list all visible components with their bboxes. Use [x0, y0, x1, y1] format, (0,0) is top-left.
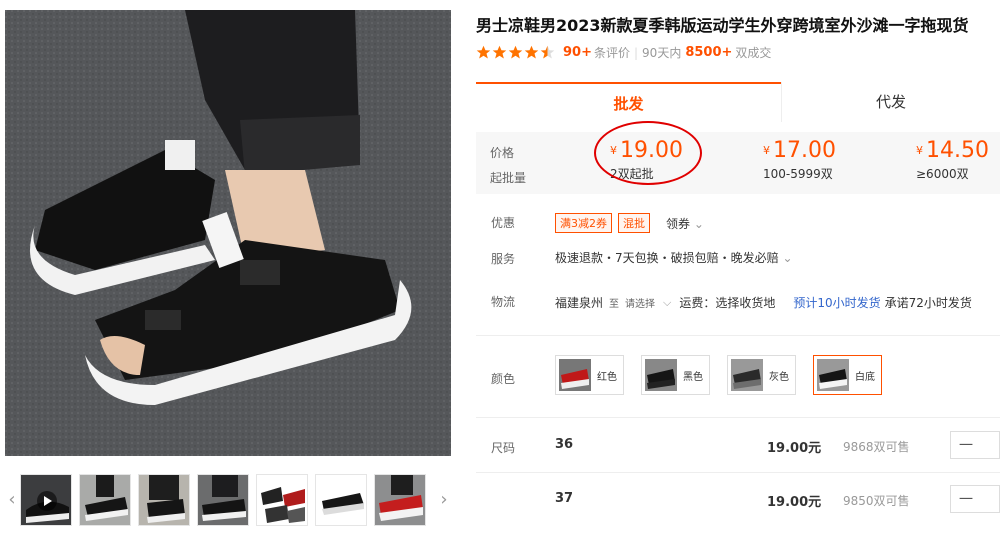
thumbnail[interactable] — [315, 474, 367, 526]
quantity-decrement-button[interactable]: 一 — [950, 431, 1000, 459]
color-label: 颜色 — [491, 372, 516, 386]
size-row: 37 19.00元 9850双可售 一 — [476, 473, 1000, 526]
thumbnail[interactable] — [256, 474, 308, 526]
star-icon — [476, 45, 491, 59]
shipping-fee: 运费：选择收货地 — [679, 296, 776, 310]
divider — [476, 417, 1000, 418]
thumbnail[interactable] — [138, 474, 190, 526]
tier-price: 17.00 — [773, 138, 836, 163]
main-product-image[interactable] — [5, 10, 451, 456]
star-icon — [508, 45, 523, 59]
star-icon — [492, 45, 507, 59]
moq-label: 起批量 — [490, 171, 527, 185]
chevron-right-icon[interactable]: › — [437, 472, 451, 527]
product-title: 男士凉鞋男2023新款夏季韩版运动学生外穿跨境室外沙滩一字拖现货 — [476, 16, 969, 35]
tab-dropship[interactable]: 代发 — [781, 82, 1000, 122]
size-value: 36 — [555, 437, 574, 452]
ship-promise: 承诺72小时发货 — [884, 296, 972, 310]
color-option-gray[interactable]: 灰色 — [727, 355, 796, 395]
quantity-decrement-button[interactable]: 一 — [950, 485, 1000, 513]
review-count[interactable]: 90+ — [563, 45, 592, 60]
service-label: 服务 — [491, 252, 516, 266]
thumbnail-strip: ‹ › — [5, 472, 451, 527]
size-stock: 9850双可售 — [843, 494, 910, 508]
star-icon — [524, 45, 539, 59]
recent-period: 90天内 — [642, 46, 682, 60]
promo-tag[interactable]: 满3减2券 — [555, 213, 612, 233]
purchase-mode-tabs: 批发 代发 — [476, 82, 1000, 122]
thumbnail[interactable] — [197, 474, 249, 526]
promo-tag[interactable]: 混批 — [618, 213, 650, 233]
logistics-label: 物流 — [491, 295, 516, 309]
tier-price: 14.50 — [926, 138, 989, 163]
destination-select[interactable]: 请选择 — [625, 295, 655, 310]
price-tier: ¥19.00 2双起批 — [610, 138, 683, 181]
size-stock: 9868双可售 — [843, 440, 910, 454]
promo-row: 满3减2券 混批 领券 ⌄ — [555, 213, 704, 233]
color-option-red[interactable]: 红色 — [555, 355, 624, 395]
size-price: 19.00元 — [767, 441, 822, 456]
deal-count: 8500+ — [685, 45, 733, 60]
tier-price: 19.00 — [620, 138, 683, 163]
rating-row: 90+ 条评价 | 90天内 8500+ 双成交 — [476, 44, 771, 61]
chevron-down-icon: ⌄ — [693, 216, 704, 231]
ship-time[interactable]: 预计10小时发货 — [793, 294, 880, 311]
tier-qty: 2双起批 — [610, 167, 654, 181]
tier-qty: ≥6000双 — [916, 167, 969, 181]
chevron-left-icon[interactable]: ‹ — [5, 472, 19, 527]
swatch-image — [817, 359, 849, 391]
swatch-image — [645, 359, 677, 391]
thumbnail-video[interactable] — [20, 474, 72, 526]
color-option-black[interactable]: 黑色 — [641, 355, 710, 395]
tier-qty: 100-5999双 — [763, 167, 833, 181]
chevron-down-icon[interactable]: ⌵ — [663, 296, 671, 310]
star-rating — [476, 45, 555, 60]
to-label: 至 — [609, 299, 620, 310]
price-table: 价格 起批量 ¥19.00 2双起批 ¥17.00 100-5999双 ¥14.… — [476, 132, 1000, 194]
thumbnail[interactable] — [374, 474, 426, 526]
promo-label: 优惠 — [491, 216, 516, 230]
chevron-down-icon: ⌄ — [782, 251, 793, 265]
color-option-white-sole[interactable]: 白底 — [813, 355, 882, 395]
ship-origin: 福建泉州 — [555, 296, 604, 310]
thumbnail[interactable] — [79, 474, 131, 526]
divider: | — [634, 45, 639, 60]
get-coupon-link[interactable]: 领券 ⌄ — [666, 215, 704, 232]
price-tier: ¥14.50 ≥6000双 — [916, 138, 989, 181]
swatch-image — [559, 359, 591, 391]
swatch-image — [731, 359, 763, 391]
size-value: 37 — [555, 491, 574, 506]
logistics-row: 福建泉州 至 请选择 ⌵ 运费：选择收货地 预计10小时发货 承诺72小时发货 — [555, 294, 972, 311]
price-tier: ¥17.00 100-5999双 — [763, 138, 836, 181]
star-half-icon — [540, 45, 555, 59]
review-label[interactable]: 条评价 — [594, 44, 630, 61]
deal-label: 双成交 — [735, 46, 772, 60]
divider — [476, 335, 1000, 336]
size-row: 36 19.00元 9868双可售 一 — [476, 419, 1000, 472]
size-price: 19.00元 — [767, 495, 822, 510]
tab-wholesale[interactable]: 批发 — [476, 82, 781, 122]
service-list[interactable]: 极速退款・7天包换・破损包赔・晚发必赔 ⌄ — [555, 249, 793, 266]
color-options: 红色 黑色 灰色 白底 — [555, 355, 882, 395]
price-label: 价格 — [490, 146, 515, 160]
